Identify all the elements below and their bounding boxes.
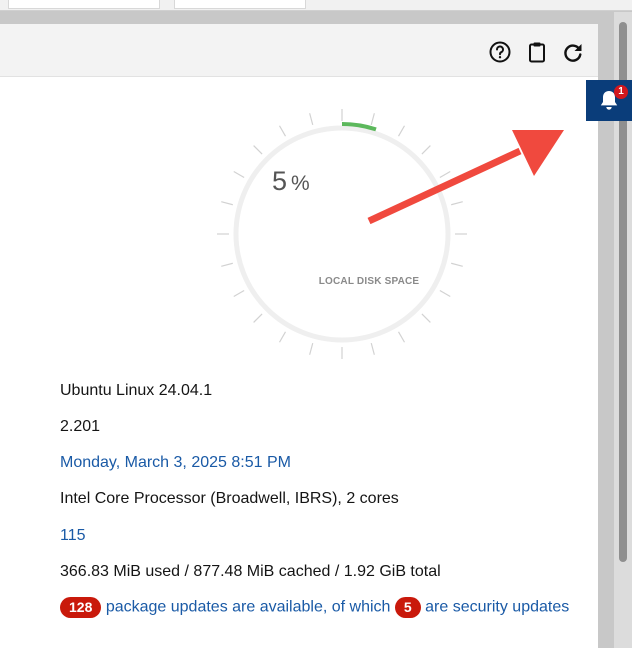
updates-line: 128 package updates are available, of wh… xyxy=(60,597,569,618)
browser-top-strip xyxy=(0,0,632,11)
package-updates-link[interactable]: package updates are available, of which xyxy=(106,599,391,616)
gauge-tick xyxy=(421,313,431,323)
notification-count-badge: 1 xyxy=(614,85,628,99)
gauge-tick xyxy=(278,125,287,137)
clipboard-icon xyxy=(529,42,545,63)
gauge-tick xyxy=(253,313,263,323)
panel-toolbar xyxy=(0,24,598,77)
gauge-tick xyxy=(397,331,406,343)
gauge-tick xyxy=(221,201,234,206)
system-time-link[interactable]: Monday, March 3, 2025 8:51 PM xyxy=(60,454,291,472)
help-button[interactable] xyxy=(488,40,512,64)
os-name: Ubuntu Linux 24.04.1 xyxy=(60,382,213,399)
gauge-tick xyxy=(309,342,314,355)
notifications-button[interactable]: 1 xyxy=(586,80,632,121)
gauge-tick xyxy=(309,113,314,126)
gauge-tick xyxy=(233,289,245,298)
annotation-arrow xyxy=(367,130,564,225)
memory-usage: 366.83 MiB used / 877.48 MiB cached / 1.… xyxy=(60,563,441,580)
security-updates-badge[interactable]: 5 xyxy=(394,597,421,618)
reload-icon xyxy=(564,44,582,62)
gauge-tick xyxy=(450,262,463,267)
disk-gauge-label: LOCAL DISK SPACE xyxy=(318,276,420,287)
disk-usage-value: 5 xyxy=(272,166,289,196)
gauge-tick xyxy=(253,145,263,155)
top-tab[interactable] xyxy=(8,0,160,9)
reload-button[interactable] xyxy=(561,40,585,64)
help-circle-icon xyxy=(489,41,511,63)
package-updates-badge[interactable]: 128 xyxy=(60,597,102,618)
cpu-info: Intel Core Processor (Broadwell, IBRS), … xyxy=(60,490,399,507)
uptime-link[interactable]: 115 xyxy=(60,527,86,545)
clipboard-button[interactable] xyxy=(525,40,549,64)
gauge-tick xyxy=(439,289,451,298)
version-number: 2.201 xyxy=(60,418,101,435)
gauge-tick xyxy=(233,170,245,179)
gauge-tick xyxy=(278,331,287,343)
top-tab[interactable] xyxy=(174,0,306,9)
gauge-tick xyxy=(221,262,234,267)
disk-usage-percent: 5% xyxy=(272,166,311,197)
percent-symbol: % xyxy=(291,172,311,195)
security-updates-link[interactable]: are security updates xyxy=(425,599,569,616)
gauge-tick xyxy=(370,342,375,355)
